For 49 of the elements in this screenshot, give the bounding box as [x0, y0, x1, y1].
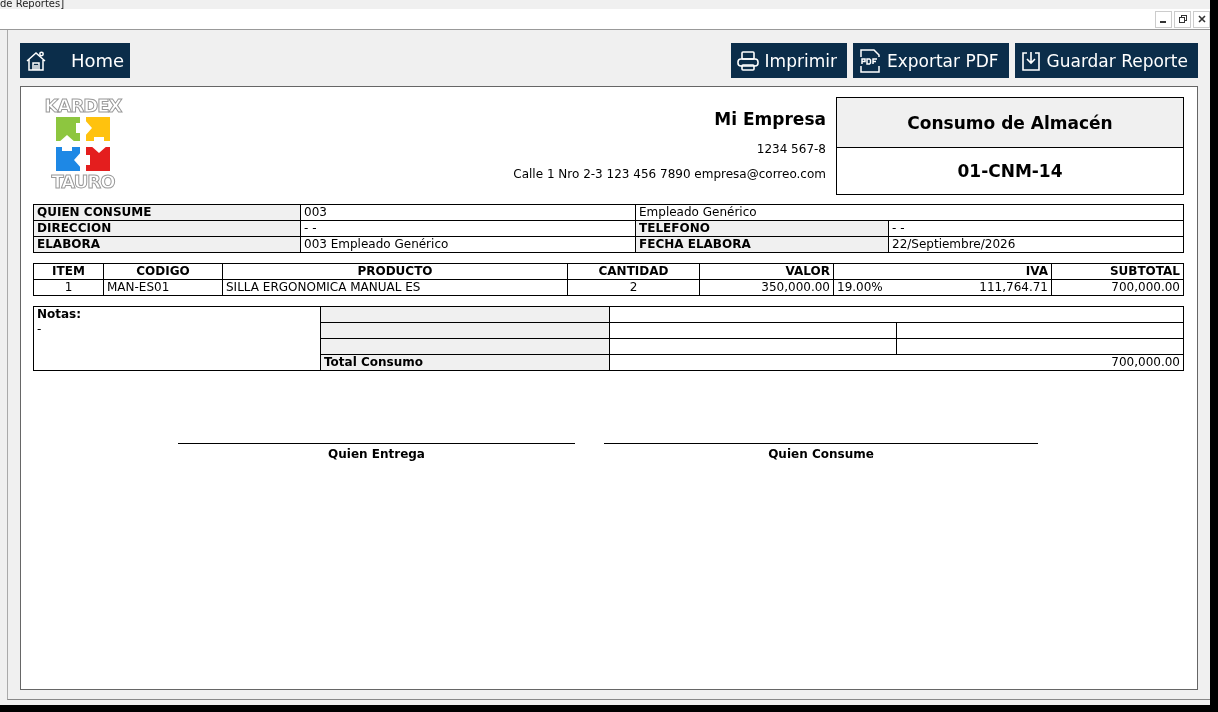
- signature-label: Quien Entrega: [328, 447, 425, 461]
- download-icon: [1020, 49, 1041, 72]
- close-button[interactable]: [1193, 10, 1210, 28]
- column-header: CANTIDAD: [567, 263, 700, 280]
- document-number: 01-CNM-14: [956, 160, 1064, 183]
- column-header: SUBTOTAL: [1051, 263, 1184, 280]
- print-button[interactable]: Imprimir: [730, 43, 847, 78]
- save-button[interactable]: Guardar Reporte: [1014, 43, 1198, 78]
- signature-label: Quien Consume: [768, 447, 874, 461]
- field-value: 003 Empleado Genérico: [300, 236, 636, 253]
- minimize-button[interactable]: [1155, 10, 1172, 28]
- close-icon: [1197, 15, 1206, 23]
- window-title: de Reportes]: [0, 0, 66, 8]
- column-header: CODIGO: [103, 263, 223, 280]
- logo-text: KARDEX: [44, 97, 122, 115]
- company-id: 1234 567-8: [756, 144, 826, 154]
- document-icon: [858, 48, 881, 73]
- total-value: 700,000.00: [609, 354, 1184, 371]
- company-address: Calle 1 Nro 2-3 123 456 7890 empresa@correo.com: [513, 169, 826, 179]
- tax-rate: 19.00%: [837, 280, 883, 295]
- document-title: Consumo de Almacén: [837, 98, 1183, 148]
- field-value: - -: [888, 220, 1184, 237]
- column-header: PRODUCTO: [222, 263, 568, 280]
- home-button[interactable]: Home: [20, 43, 130, 78]
- table-cell: MAN-ES01: [103, 279, 223, 296]
- table-cell: 1: [33, 279, 104, 296]
- table-cell: 700,000.00: [1051, 279, 1184, 296]
- column-header: VALOR: [699, 263, 834, 280]
- printer-icon: [736, 50, 759, 71]
- logo-icon: [54, 115, 112, 173]
- table-cell: 2: [567, 279, 700, 296]
- notes-text: -: [37, 322, 43, 337]
- field-value: - -: [300, 220, 636, 237]
- field-label: QUIEN CONSUME: [33, 204, 301, 221]
- restore-button[interactable]: [1174, 10, 1191, 28]
- notes-label: Notas:: [37, 307, 83, 322]
- column-header: IVA: [833, 263, 1052, 280]
- logo-text: TAURO: [51, 173, 115, 191]
- field-value: 22/Septiembre/2026: [888, 236, 1184, 253]
- restore-icon: [1178, 15, 1187, 23]
- field-value: 003: [300, 204, 636, 221]
- table-cell: SILLA ERGONOMICA MANUAL ES: [222, 279, 568, 296]
- house-icon: [25, 49, 47, 72]
- company-name: Mi Empresa: [714, 109, 826, 129]
- table-cell: 350,000.00: [699, 279, 834, 296]
- tax-amount: 111,764.71: [979, 280, 1048, 295]
- export-pdf-button[interactable]: Exportar PDF: [852, 43, 1009, 78]
- column-header: ITEM: [33, 263, 104, 280]
- field-value: Empleado Genérico: [635, 204, 1184, 221]
